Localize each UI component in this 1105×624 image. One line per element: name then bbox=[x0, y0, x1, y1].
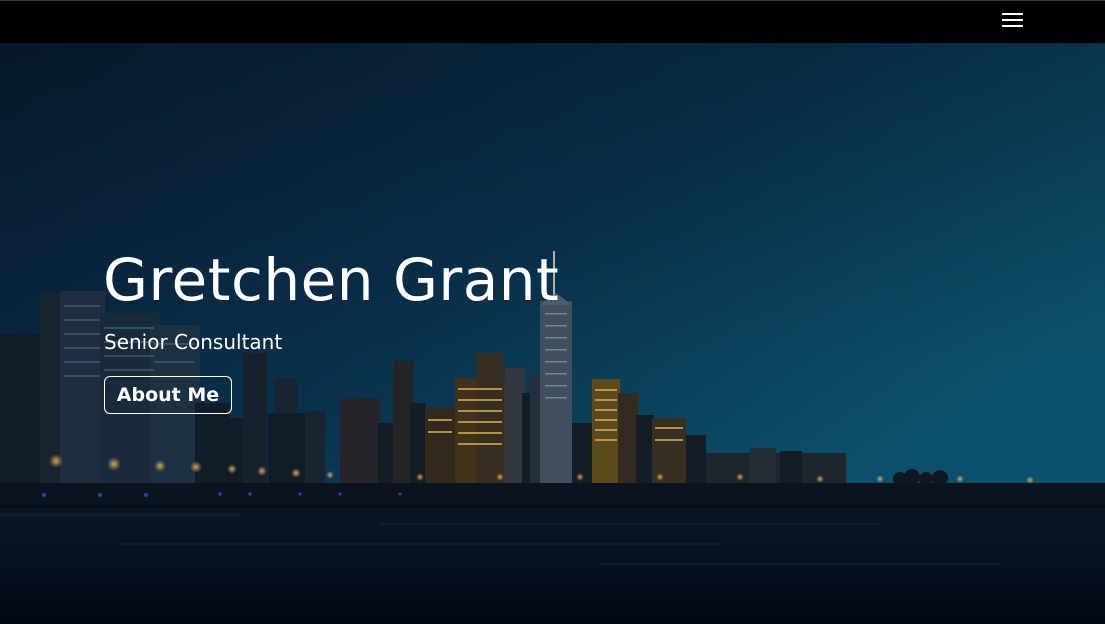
menu-line bbox=[1002, 19, 1023, 21]
about-me-button[interactable]: About Me bbox=[104, 376, 232, 414]
page: Gretchen Grant Senior Consultant About M… bbox=[0, 0, 1105, 624]
hero-title: Gretchen Grant bbox=[103, 246, 560, 314]
hero-subtitle: Senior Consultant bbox=[104, 330, 283, 354]
menu-line bbox=[1002, 13, 1023, 15]
menu-line bbox=[1002, 25, 1023, 27]
hamburger-menu-icon[interactable] bbox=[996, 8, 1028, 32]
top-navbar bbox=[0, 0, 1105, 43]
